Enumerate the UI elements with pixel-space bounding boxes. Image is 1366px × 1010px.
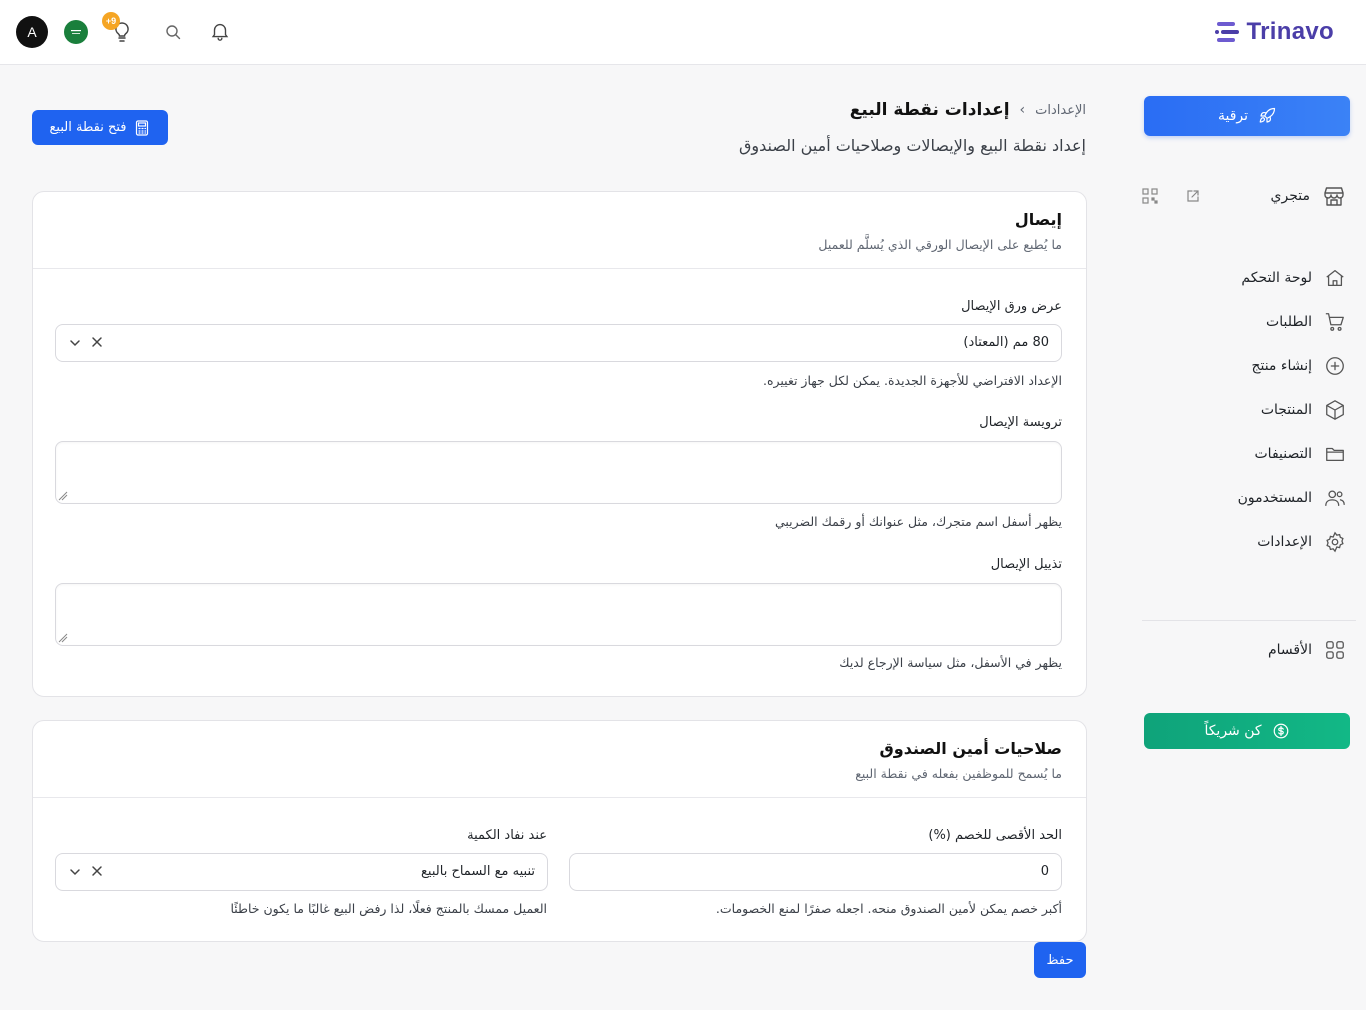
sidebar-item-label: المنتجات — [1260, 402, 1312, 418]
rocket-icon — [1259, 107, 1276, 123]
paper-width-hint: الإعداد الافتراضي للأجهزة الجديدة. يمكن … — [762, 373, 1062, 388]
out-of-stock-hint: العميل ممسك بالمنتج فعلًا، لذا رفض البيع… — [230, 901, 547, 916]
gear-icon — [1326, 531, 1344, 553]
my-store-row[interactable]: متجري — [1136, 180, 1346, 212]
avatar[interactable]: A — [16, 16, 48, 48]
upgrade-button[interactable]: ترقية — [1144, 96, 1350, 136]
box-icon — [1326, 400, 1344, 420]
bell-icon[interactable] — [209, 20, 231, 42]
receipt-header-label: ترويسة الإيصال — [979, 415, 1062, 430]
partner-label: كن شريكاً — [1204, 723, 1262, 739]
notification-count-badge: +9 — [102, 12, 120, 30]
become-partner-button[interactable]: كن شريكاً — [1144, 713, 1350, 749]
brand-logo[interactable]: Trinavo — [1214, 16, 1334, 48]
out-of-stock-label: عند نفاد الكمية — [467, 828, 547, 843]
receipt-header-textarea[interactable] — [55, 441, 1062, 504]
out-of-stock-select[interactable]: تنبيه مع السماح بالبيع — [55, 853, 548, 891]
users-icon — [1325, 490, 1345, 506]
sidebar-item-label: المستخدمون — [1237, 490, 1312, 506]
max-discount-input[interactable]: 0 — [569, 853, 1062, 891]
cashier-card-description: ما يُسمح للموظفين بفعله في نقطة البيع — [855, 766, 1062, 781]
sidebar-item-users[interactable]: المستخدمون — [1146, 476, 1346, 520]
max-discount-hint: أكبر خصم يمكن لأمين الصندوق منحه. اجعله … — [715, 901, 1062, 916]
sidebar-item-create-product[interactable]: إنشاء منتج — [1146, 344, 1346, 388]
calculator-icon — [136, 119, 149, 136]
breadcrumb: الإعدادات › إعدادات نقطة البيع — [850, 100, 1086, 120]
brand-name: Trinavo — [1246, 18, 1334, 45]
paper-width-select[interactable]: 80 مم (المعتاد) — [55, 324, 1062, 362]
receipt-card: إيصال ما يُطبع على الإيصال الورقي الذي ي… — [32, 191, 1087, 697]
max-discount-value: 0 — [1040, 864, 1049, 879]
save-button[interactable]: حفظ — [1034, 942, 1086, 978]
language-flag-icon[interactable] — [64, 20, 88, 44]
close-icon[interactable] — [90, 335, 104, 349]
receipt-footer-textarea[interactable] — [55, 583, 1062, 646]
cashier-card-title: صلاحيات أمين الصندوق — [879, 739, 1063, 758]
external-edit-icon[interactable] — [1186, 189, 1200, 203]
sidebar-item-dashboard[interactable]: لوحة التحكم — [1146, 256, 1346, 300]
sidebar-item-label: الإعدادات — [1257, 534, 1312, 550]
close-icon[interactable] — [90, 864, 104, 878]
paper-width-value: 80 مم (المعتاد) — [963, 335, 1049, 350]
resize-handle-icon[interactable] — [58, 633, 68, 643]
my-store-label: متجري — [1270, 188, 1310, 204]
receipt-card-description: ما يُطبع على الإيصال الورقي الذي يُسلَّم… — [818, 237, 1062, 252]
sidebar-item-label: إنشاء منتج — [1251, 358, 1312, 374]
receipt-header-hint: يظهر أسفل اسم متجرك، مثل عنوانك أو رقمك … — [774, 514, 1062, 529]
sidebar-item-products[interactable]: المنتجات — [1146, 388, 1346, 432]
upgrade-label: ترقية — [1217, 108, 1249, 124]
sidebar-item-label: التصنيفات — [1254, 446, 1313, 462]
max-discount-label: الحد الأقصى للخصم (%) — [928, 828, 1062, 843]
page-title: إعدادات نقطة البيع — [849, 100, 1010, 120]
sidebar-item-label: الأقسام — [1268, 642, 1312, 658]
plus-circle-icon — [1326, 357, 1344, 375]
sidebar-nav: لوحة التحكم الطلبات إنشاء منتج المنتجات … — [1146, 256, 1346, 564]
receipt-footer-hint: يظهر في الأسفل، مثل سياسة الإرجاع لديك — [839, 655, 1062, 670]
sidebar-item-settings[interactable]: الإعدادات — [1146, 520, 1346, 564]
receipt-card-title: إيصال — [1014, 210, 1062, 229]
search-icon[interactable] — [165, 24, 181, 40]
saudi-flag-icon — [68, 27, 84, 37]
sidebar-divider — [1142, 620, 1356, 621]
grid-icon — [1326, 641, 1344, 659]
cashier-permissions-card: صلاحيات أمين الصندوق ما يُسمح للموظفين ب… — [32, 720, 1087, 942]
cart-icon — [1325, 313, 1344, 331]
receipt-card-header: إيصال ما يُطبع على الإيصال الورقي الذي ي… — [33, 192, 1086, 269]
page-subtitle: إعداد نقطة البيع والإيصالات وصلاحيات أمي… — [738, 136, 1086, 155]
sidebar-item-sections[interactable]: الأقسام — [1268, 638, 1346, 662]
out-of-stock-value: تنبيه مع السماح بالبيع — [421, 864, 535, 879]
chevron-down-icon[interactable] — [68, 336, 82, 350]
qr-code-icon[interactable] — [1142, 188, 1158, 204]
store-icon — [1324, 187, 1344, 206]
home-icon — [1326, 270, 1344, 286]
dollar-circle-icon — [1273, 723, 1288, 739]
sidebar-item-orders[interactable]: الطلبات — [1146, 300, 1346, 344]
chevron-left-icon: › — [1019, 102, 1026, 118]
sidebar-item-label: الطلبات — [1266, 314, 1312, 330]
receipt-footer-label: تذييل الإيصال — [990, 557, 1062, 572]
open-pos-button[interactable]: فتح نقطة البيع — [32, 110, 168, 145]
sidebar-item-label: لوحة التحكم — [1241, 270, 1312, 286]
sidebar-item-categories[interactable]: التصنيفات — [1146, 432, 1346, 476]
folder-icon — [1326, 447, 1344, 462]
paper-width-label: عرض ورق الإيصال — [961, 299, 1062, 314]
trinavo-logo-icon — [1214, 22, 1239, 42]
open-pos-label: فتح نقطة البيع — [49, 120, 127, 135]
cashier-card-header: صلاحيات أمين الصندوق ما يُسمح للموظفين ب… — [33, 721, 1086, 798]
top-bar: Trinavo A +9 — [0, 0, 1366, 65]
resize-handle-icon[interactable] — [58, 491, 68, 501]
chevron-down-icon[interactable] — [68, 865, 82, 879]
breadcrumb-parent-link[interactable]: الإعدادات — [1035, 103, 1086, 118]
